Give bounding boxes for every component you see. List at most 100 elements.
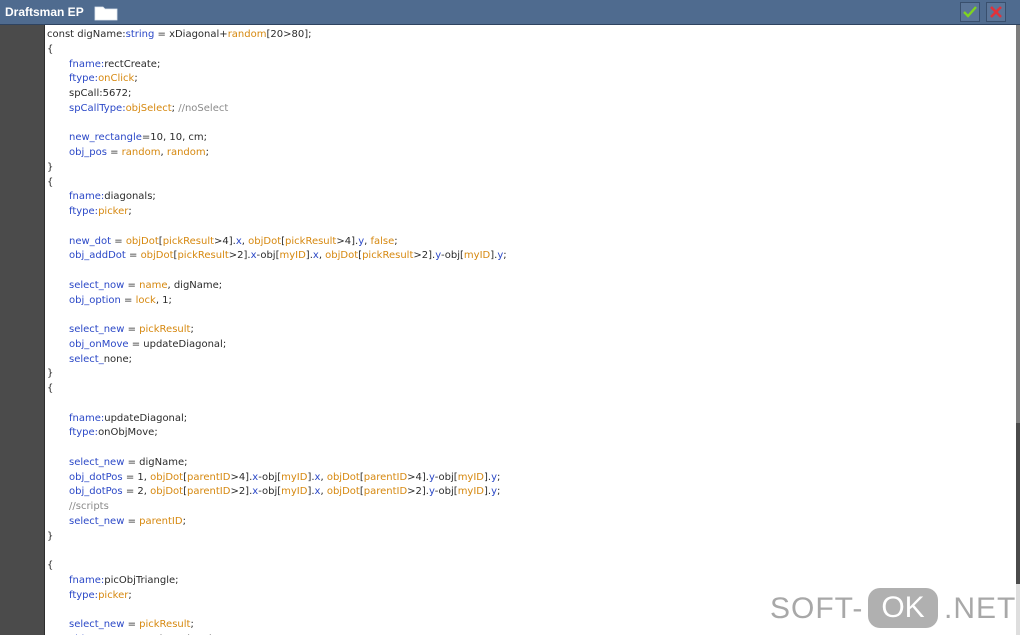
watermark-right: .NET: [944, 592, 1017, 625]
code-line: select_new = pickResult;: [47, 618, 507, 633]
code-token: ;: [205, 147, 209, 158]
folder-icon[interactable]: [94, 5, 118, 21]
code-token: ;: [190, 324, 194, 335]
code-line: {: [47, 176, 507, 191]
code-token: objDot: [150, 486, 184, 498]
code-line: select_now = name, digName;: [47, 279, 507, 294]
code-token: false: [370, 235, 395, 247]
code-token: fname:: [69, 58, 105, 70]
ok-button[interactable]: [960, 2, 980, 22]
code-token: {: [47, 383, 54, 394]
code-line: ftype:picker;: [47, 205, 507, 220]
code-token: name: [139, 279, 168, 291]
code-token: , digName;: [167, 279, 223, 291]
code-line: new_rectangle=10, 10, cm;: [47, 131, 507, 146]
code-line: new_dot = objDot[pickResult>4].x, objDot…: [47, 235, 507, 250]
code-token: new_rectangle: [69, 132, 142, 144]
code-content: const digName:string = xDiagonal+random[…: [47, 28, 507, 635]
code-token: pickResult: [139, 619, 191, 630]
code-token: parentID: [187, 486, 231, 498]
code-token: spCall:5672;: [69, 88, 132, 99]
code-token: obj_dotPos: [69, 486, 123, 498]
code-token: parentID: [187, 471, 231, 483]
code-line: const digName:string = xDiagonal+random[…: [47, 28, 507, 43]
code-line: }: [47, 161, 507, 176]
code-token: }: [47, 368, 54, 380]
code-token: =: [124, 324, 140, 335]
code-token: }: [47, 530, 54, 542]
code-token: -obj[: [258, 486, 282, 498]
code-token: picker: [98, 206, 129, 217]
code-token: objDot: [150, 471, 184, 483]
code-token: obj_addDot: [69, 250, 126, 262]
code-token: >4].: [214, 235, 236, 247]
watermark-left: SOFT-: [770, 592, 864, 625]
code-token: select_now: [69, 279, 125, 291]
code-token: >4].: [336, 235, 359, 247]
code-token: const digName:: [47, 29, 126, 40]
code-token: =: [111, 235, 126, 247]
cancel-button[interactable]: [986, 2, 1006, 22]
code-line: ftype:picker;: [47, 589, 507, 604]
title-bar: Draftsman EP: [0, 0, 1020, 25]
code-token: select_: [69, 353, 104, 365]
code-line: fname:rectCreate;: [47, 58, 507, 73]
code-token: ;: [497, 471, 501, 483]
scrollbar-thumb[interactable]: [1016, 25, 1020, 423]
code-line: select_none;: [47, 353, 507, 368]
code-token: = xDiagonal+: [154, 29, 228, 40]
code-token: ftype:: [69, 206, 99, 217]
code-token: myID: [463, 250, 491, 262]
code-token: ftype:: [69, 589, 99, 601]
code-token: = 1,: [122, 471, 151, 483]
window-title: Draftsman EP: [5, 5, 84, 19]
code-token: //scripts: [69, 501, 109, 512]
code-line: }: [47, 367, 507, 382]
code-line: ftype:onObjMove;: [47, 426, 507, 441]
code-token: //noSelect: [178, 102, 229, 114]
code-token: = digName;: [124, 456, 188, 468]
code-token: random: [121, 147, 161, 158]
code-token: onClick: [98, 73, 135, 85]
code-token: myID: [281, 486, 308, 498]
code-token: rectCreate;: [104, 58, 161, 70]
code-line: {: [47, 382, 507, 397]
code-token: picker: [98, 589, 129, 601]
code-token: obj_pos: [69, 147, 107, 158]
check-icon: [963, 6, 977, 18]
code-token: ftype:: [69, 427, 99, 439]
code-token: objDot: [248, 235, 282, 247]
code-line: //scripts: [47, 500, 507, 515]
code-token: pickResult: [177, 250, 229, 262]
code-line: }: [47, 530, 507, 545]
code-token: new_dot: [69, 235, 112, 247]
code-token: {: [47, 560, 54, 571]
code-token: objSelect: [125, 102, 172, 114]
code-token: objDot: [125, 235, 159, 247]
code-line: {: [47, 559, 507, 574]
code-token: pickResult: [285, 235, 337, 247]
code-token: {: [47, 43, 54, 55]
code-token: =: [124, 279, 140, 291]
code-token: myID: [279, 250, 306, 262]
code-token: ;: [134, 73, 138, 85]
code-line: spCall:5672;: [47, 87, 507, 102]
code-token: select_new: [69, 456, 125, 468]
code-token: onObjMove;: [98, 427, 158, 439]
code-token: lock: [135, 294, 156, 306]
code-token: =: [125, 250, 141, 262]
vertical-scrollbar[interactable]: [1016, 25, 1020, 635]
code-editor[interactable]: const digName:string = xDiagonal+random[…: [44, 25, 1018, 635]
code-token: fname:: [69, 574, 105, 586]
code-token: ;: [497, 486, 501, 498]
code-token: myID: [457, 486, 484, 498]
code-token: >4].: [230, 471, 253, 483]
code-token: objDot: [326, 486, 360, 498]
code-token: select_new: [69, 324, 125, 335]
code-token: =: [120, 294, 136, 306]
code-token: >4].: [407, 471, 429, 483]
